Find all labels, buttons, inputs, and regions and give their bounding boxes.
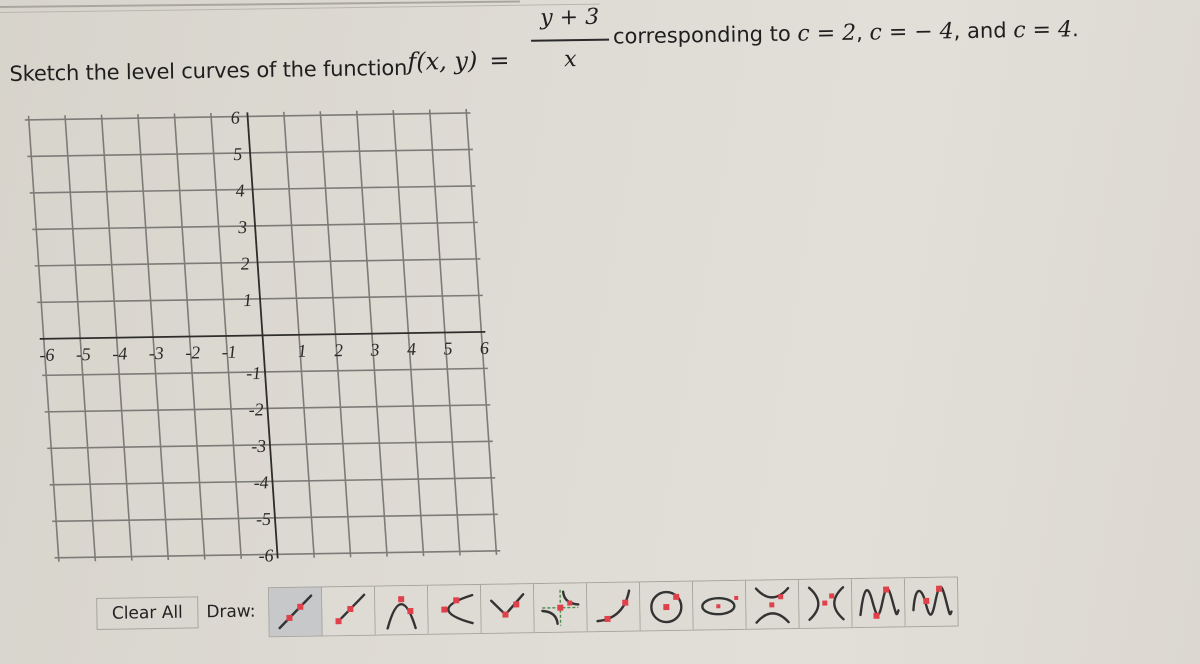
- y-tick-label: 2: [240, 254, 250, 274]
- function-fraction: y + 3 x: [531, 5, 610, 73]
- parabola-horizontal-tool[interactable]: [427, 584, 482, 634]
- absolute-value-tool[interactable]: [480, 584, 535, 633]
- exponential-tool[interactable]: [586, 582, 641, 632]
- y-tick-label: 3: [236, 217, 247, 237]
- y-tick-label: -4: [253, 472, 269, 492]
- clear-all-button[interactable]: Clear All: [96, 596, 199, 630]
- parabola-down-icon: [386, 596, 417, 630]
- y-tick-label: 4: [235, 181, 245, 201]
- c-value-3: c = 4: [1013, 17, 1073, 44]
- line-tool[interactable]: [268, 587, 323, 637]
- hyperbola-vertical-tool[interactable]: [745, 579, 800, 629]
- line-icon: [278, 594, 313, 630]
- fraction-bar: [531, 38, 610, 42]
- ellipse-tool[interactable]: [692, 580, 747, 630]
- cosine-wave-icon: [912, 585, 953, 616]
- prompt-lead-text: Sketch the level curves of the function: [9, 55, 408, 87]
- y-tick-label: 6: [230, 108, 240, 128]
- c-sep-3: .: [1071, 17, 1079, 42]
- reciprocal-tool[interactable]: [533, 583, 588, 633]
- x-tick-label: -3: [148, 343, 164, 363]
- parabola-vertical-tool[interactable]: [374, 585, 429, 635]
- y-tick-label: -1: [245, 363, 261, 383]
- cosine-tool[interactable]: [904, 577, 958, 627]
- question-prompt: Sketch the level curves of the function …: [9, 0, 1190, 104]
- hyperbola-horizontal-tool[interactable]: [798, 579, 853, 628]
- x-tick-label: 6: [479, 338, 489, 358]
- x-tick-label: -6: [39, 345, 55, 365]
- circle-tool[interactable]: [639, 581, 694, 631]
- ray-icon: [335, 593, 366, 625]
- draw-label: Draw:: [206, 601, 256, 623]
- coordinate-grid[interactable]: -6 -5 -4 -3 -2 -1 1 2 3 4 5 6 6 5 4 3 2 1 -1 -2 -3 -4 -5 -6: [18, 100, 530, 577]
- exponential-icon: [596, 589, 631, 623]
- x-tick-label: -4: [112, 344, 128, 364]
- y-tick-label: 1: [242, 290, 252, 310]
- x-tick-label: 5: [443, 338, 453, 358]
- prompt-tail-text: corresponding to: [612, 21, 791, 49]
- x-tick-label: 2: [333, 340, 343, 360]
- ray-tool[interactable]: [321, 586, 376, 636]
- sine-wave-icon: [859, 586, 900, 619]
- ellipse-icon: [701, 595, 739, 616]
- absolute-value-icon: [490, 593, 525, 618]
- c-value-2: c = − 4: [869, 19, 954, 46]
- x-tick-label: -1: [221, 342, 237, 362]
- c-sep-1: ,: [855, 20, 870, 45]
- draw-toolbar: Clear All Draw:: [96, 576, 997, 650]
- y-tick-label: -3: [250, 436, 266, 456]
- function-lhs: f(x, y): [407, 46, 478, 76]
- x-tick-label: 4: [406, 339, 416, 359]
- prompt-tail: corresponding to c = 2, c = − 4, and c =…: [613, 17, 1079, 49]
- hyperbola-horizontal-icon: [807, 586, 845, 621]
- hyperbola-vertical-icon: [754, 586, 790, 624]
- fraction-denominator: x: [563, 47, 577, 73]
- fraction-numerator: y + 3: [540, 4, 600, 31]
- y-tick-label: -5: [255, 509, 271, 529]
- c-sep-2: , and: [953, 18, 1014, 44]
- c-value-1: c = 2: [797, 20, 857, 47]
- y-tick-label: -2: [248, 399, 264, 419]
- x-tick-label: -2: [185, 342, 201, 362]
- x-tick-label: 3: [369, 340, 380, 360]
- graph-canvas[interactable]: -6 -5 -4 -3 -2 -1 1 2 3 4 5 6 6 5 4 3 2 1 -1 -2 -3 -4 -5 -6: [18, 100, 571, 598]
- reciprocal-hyperbola-icon: [541, 589, 580, 626]
- tool-palette: [267, 576, 959, 638]
- equals-sign: =: [489, 46, 510, 75]
- sine-tool[interactable]: [851, 578, 906, 628]
- x-tick-label: 1: [297, 341, 307, 361]
- parabola-sideways-icon: [441, 593, 474, 625]
- y-tick-label: -6: [258, 545, 274, 565]
- circle-icon: [650, 590, 683, 624]
- y-tick-label: 5: [232, 144, 242, 164]
- x-tick-label: -5: [75, 344, 91, 364]
